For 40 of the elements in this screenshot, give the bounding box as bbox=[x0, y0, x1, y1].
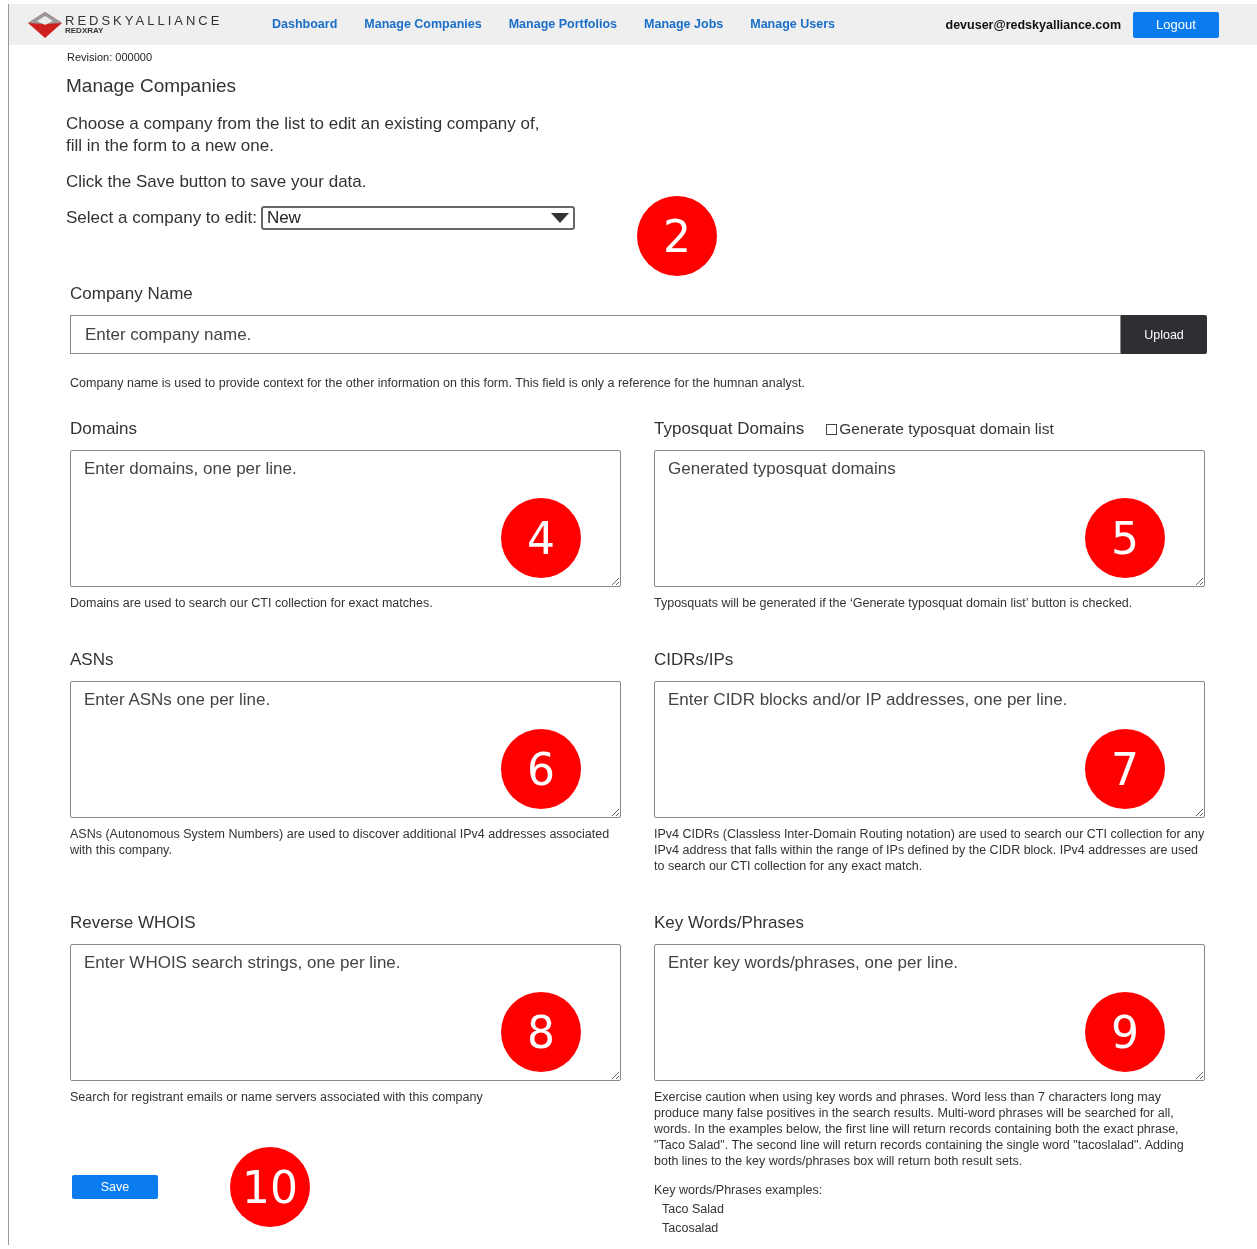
nav-link[interactable]: Manage Companies bbox=[364, 17, 482, 32]
revision-text: Revision: 000000 bbox=[67, 51, 153, 63]
save-hint-text: Click the Save button to save your data. bbox=[66, 172, 368, 192]
logo-icon bbox=[27, 10, 63, 39]
nav-link[interactable]: Manage Users bbox=[750, 17, 835, 32]
upload-button[interactable]: Upload bbox=[1121, 315, 1207, 354]
nav-link[interactable]: Dashboard bbox=[272, 17, 338, 32]
intro-text: Choose a company from the list to edit an existing company of, fill in the form to a new one. bbox=[66, 113, 541, 157]
logo-subtitle: REDXRAY bbox=[65, 27, 105, 35]
company-dropdown[interactable]: New bbox=[260, 206, 575, 230]
typosquat-checkbox[interactable]: Generate typosquat domain list bbox=[826, 420, 1054, 438]
help-text: ASNs (Autonomous System Numbers) are used to discover additional IPv4 addresses associated with this company. bbox=[70, 826, 611, 858]
user-email: devuser@redskyalliance.com bbox=[945, 17, 1121, 32]
page-title: Manage Companies bbox=[66, 75, 238, 97]
company-name-field[interactable]: Enter company name. bbox=[70, 315, 1121, 354]
callout-badge: 10 bbox=[230, 1147, 310, 1227]
field-label: ASNs bbox=[70, 650, 114, 670]
example-text: Tacosalad bbox=[662, 1221, 720, 1235]
help-text: IPv4 CIDRs (Classless Inter-Domain Routing notation) are used to search our CTI collection for any IPv4 address that falls within the range of IPs defined by the CIDR block. IPv4 addresses are used to search our CTI collection for any exact match. bbox=[654, 826, 1205, 874]
field-label: Domains bbox=[70, 419, 138, 439]
example-text: Taco Salad bbox=[662, 1202, 725, 1216]
nav-link[interactable]: Manage Jobs bbox=[644, 17, 724, 32]
field-label: Reverse WHOIS bbox=[70, 913, 196, 933]
help-text: Exercise caution when using key words and phrases. Word less than 7 characters long may produce many false positives in the search results. Multi-word phrases will be searched for all, words. In the examples below, the first line will return records containing both the exact phrase, "Taco Salad". The second line will return records containing the single word "tacoslalad". Adding both lines to the key words/phrases box will return both result sets. bbox=[654, 1089, 1185, 1169]
nav-link[interactable]: Manage Portfolios bbox=[508, 17, 618, 32]
save-button[interactable]: Save bbox=[72, 1175, 158, 1199]
help-text: Domains are used to search our CTI collection for exact matches. bbox=[70, 595, 434, 611]
field-label: Key Words/Phrases bbox=[654, 913, 804, 933]
logo-title: REDSKYALLIANCE bbox=[65, 14, 223, 27]
caret-icon bbox=[550, 213, 569, 223]
help-text: Search for registrant emails or name servers associated with this company bbox=[70, 1089, 484, 1105]
field-label: Company Name bbox=[70, 284, 194, 304]
logout-button[interactable]: Logout bbox=[1133, 11, 1219, 38]
callout-badge: 2 bbox=[637, 196, 717, 276]
help-text: Company name is used to provide context for the other information on this form. This field is only a reference for the humnan analyst. bbox=[70, 376, 806, 390]
field-label: CIDRs/IPs bbox=[654, 650, 734, 670]
select-label: Select a company to edit: bbox=[66, 208, 257, 228]
help-text: Typosquats will be generated if the ‘Generate typosquat domain list’ button is checked. bbox=[654, 595, 1134, 611]
examples-title: Key words/Phrases examples: bbox=[654, 1183, 824, 1197]
field-label: Typosquat Domains bbox=[654, 419, 805, 439]
